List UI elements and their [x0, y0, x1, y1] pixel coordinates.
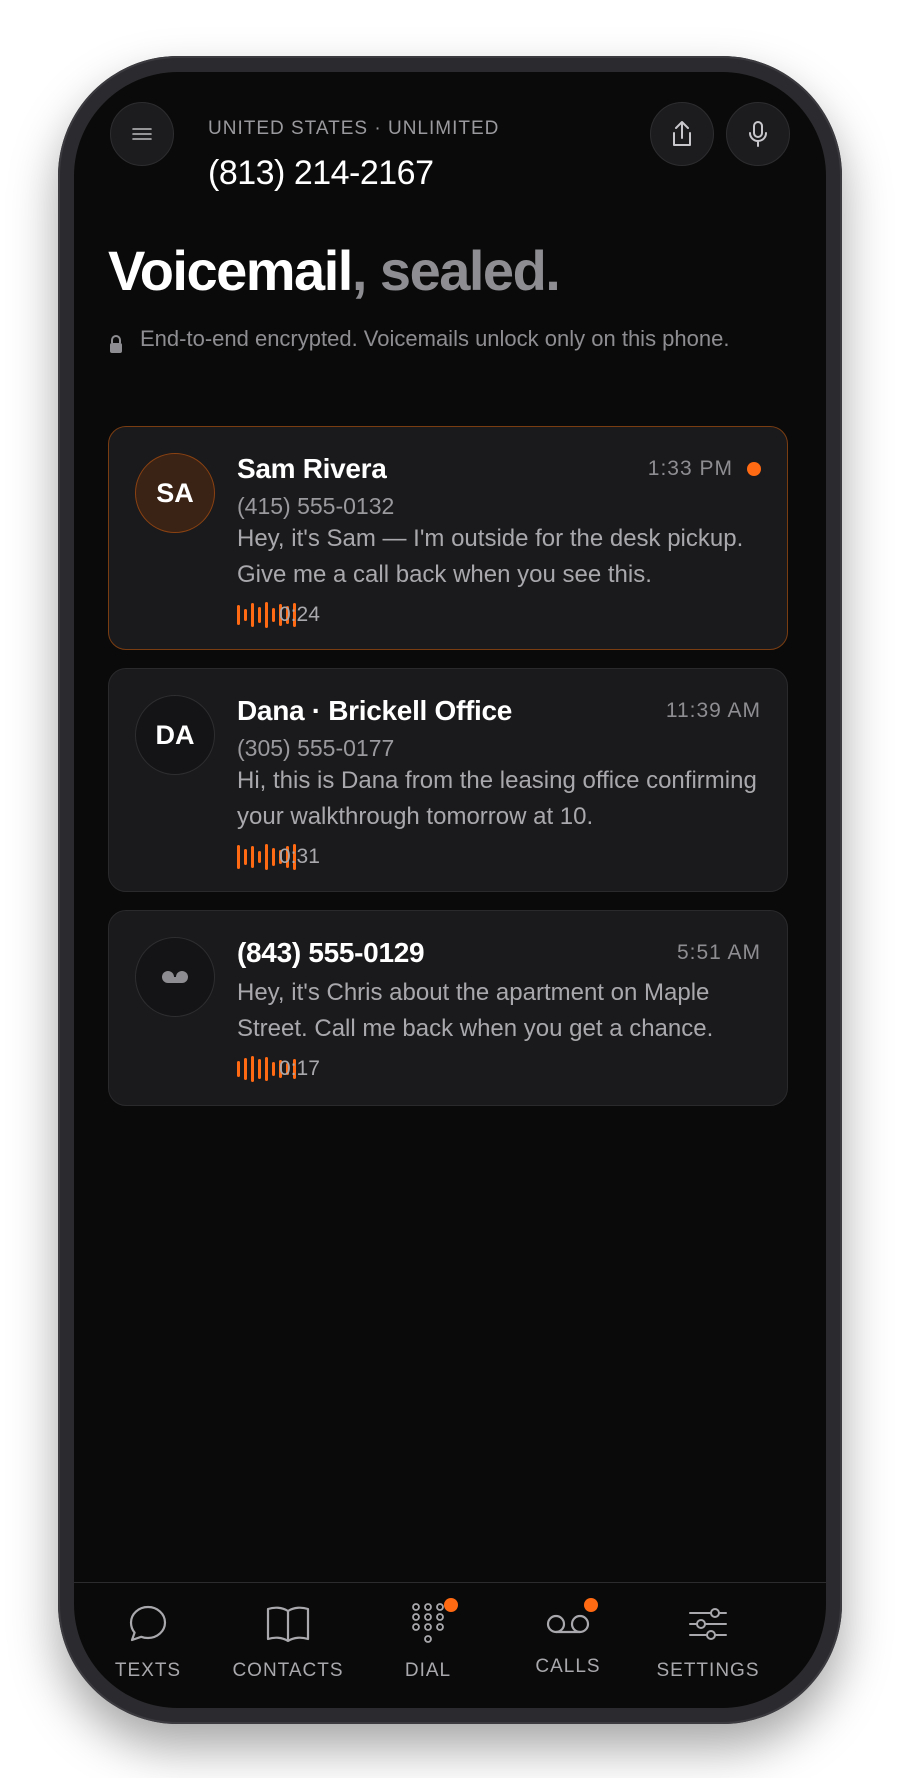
nav-label: SETTINGS — [656, 1660, 760, 1681]
encryption-text: End-to-end encrypted. Voicemails unlock … — [140, 326, 730, 351]
share-button[interactable] — [650, 102, 714, 166]
avatar: SA — [135, 453, 215, 533]
book-icon — [266, 1606, 310, 1643]
time-text: 5:51 AM — [676, 941, 761, 964]
avatar — [135, 937, 215, 1017]
time-text: 11:39 AM — [665, 699, 761, 722]
mic-button[interactable] — [726, 102, 790, 166]
caller-name: (843) 555-0129 — [237, 937, 425, 968]
voicemail-duration: 0:17 — [279, 1057, 320, 1080]
voicemail-time: 11:39 AM — [666, 699, 761, 723]
nav-label: TEXTS — [114, 1660, 182, 1681]
encryption-note: End-to-end encrypted. Voicemails unlock … — [108, 324, 780, 354]
voicemail-transcript: Hi, this is Dana from the leasing office… — [237, 767, 757, 830]
nav-item-texts[interactable]: TEXTS — [78, 1596, 218, 1682]
share-icon — [673, 121, 691, 146]
title-accent: , sealed. — [351, 239, 561, 302]
menu-button[interactable] — [110, 102, 174, 166]
nav-item-settings[interactable]: SETTINGS — [638, 1596, 778, 1682]
caller-number: (305) 555-0177 — [237, 735, 395, 761]
plan-label: UNITED STATES · UNLIMITED — [208, 118, 500, 139]
time-text: 1:33 PM — [647, 457, 733, 480]
notification-dot — [444, 1598, 458, 1612]
voicemail-transcript: Hey, it's Chris about the apartment on M… — [237, 979, 714, 1042]
phone-frame: UNITED STATES · UNLIMITED (813) 214-2167… — [58, 56, 842, 1724]
caller-name: Dana · Brickell Office — [237, 695, 513, 726]
nav-label: CONTACTS — [232, 1660, 344, 1681]
nav-divider — [74, 1582, 826, 1583]
caller-number: (415) 555-0132 — [237, 493, 395, 519]
nav-item-contacts[interactable]: CONTACTS — [218, 1596, 358, 1682]
sliders-icon — [689, 1608, 727, 1640]
unread-dot — [747, 462, 761, 476]
nav-item-dial[interactable]: DIAL — [358, 1596, 498, 1682]
voicemail-card[interactable]: SA Sam Rivera 1:33 PM (415) 555-0132 Hey… — [108, 426, 788, 650]
dialpad-icon — [412, 1603, 444, 1643]
avatar: DA — [135, 695, 215, 775]
voicemail-time: 5:51 AM — [677, 941, 761, 965]
chat-bubble-icon — [129, 1605, 167, 1642]
voicemail-transcript: Hey, it's Sam — I'm outside for the desk… — [237, 525, 744, 588]
voicemail-duration: 0:24 — [279, 603, 320, 626]
nav-item-calls[interactable]: CALLS — [498, 1596, 638, 1678]
voicemail-icon — [162, 971, 188, 983]
menu-icon — [132, 128, 152, 140]
voicemail-duration: 0:31 — [279, 845, 320, 868]
voicemail-card[interactable]: (843) 555-0129 5:51 AM Hey, it's Chris a… — [108, 910, 788, 1106]
lock-icon — [110, 335, 122, 353]
screen: UNITED STATES · UNLIMITED (813) 214-2167… — [74, 72, 826, 1708]
title-main: Voicemail — [108, 239, 353, 302]
voicemail-card[interactable]: DA Dana · Brickell Office 11:39 AM (305)… — [108, 668, 788, 892]
nav-label: DIAL — [404, 1660, 452, 1681]
own-phone-number: (813) 214-2167 — [208, 154, 434, 192]
voicemail-icon — [546, 1614, 590, 1634]
voicemail-time: 1:33 PM — [648, 457, 761, 481]
mic-icon — [749, 121, 767, 147]
notification-dot — [584, 1598, 598, 1612]
page-title: Voicemail, sealed. — [108, 238, 561, 303]
caller-name: Sam Rivera — [237, 453, 387, 484]
nav-label: CALLS — [535, 1656, 601, 1677]
